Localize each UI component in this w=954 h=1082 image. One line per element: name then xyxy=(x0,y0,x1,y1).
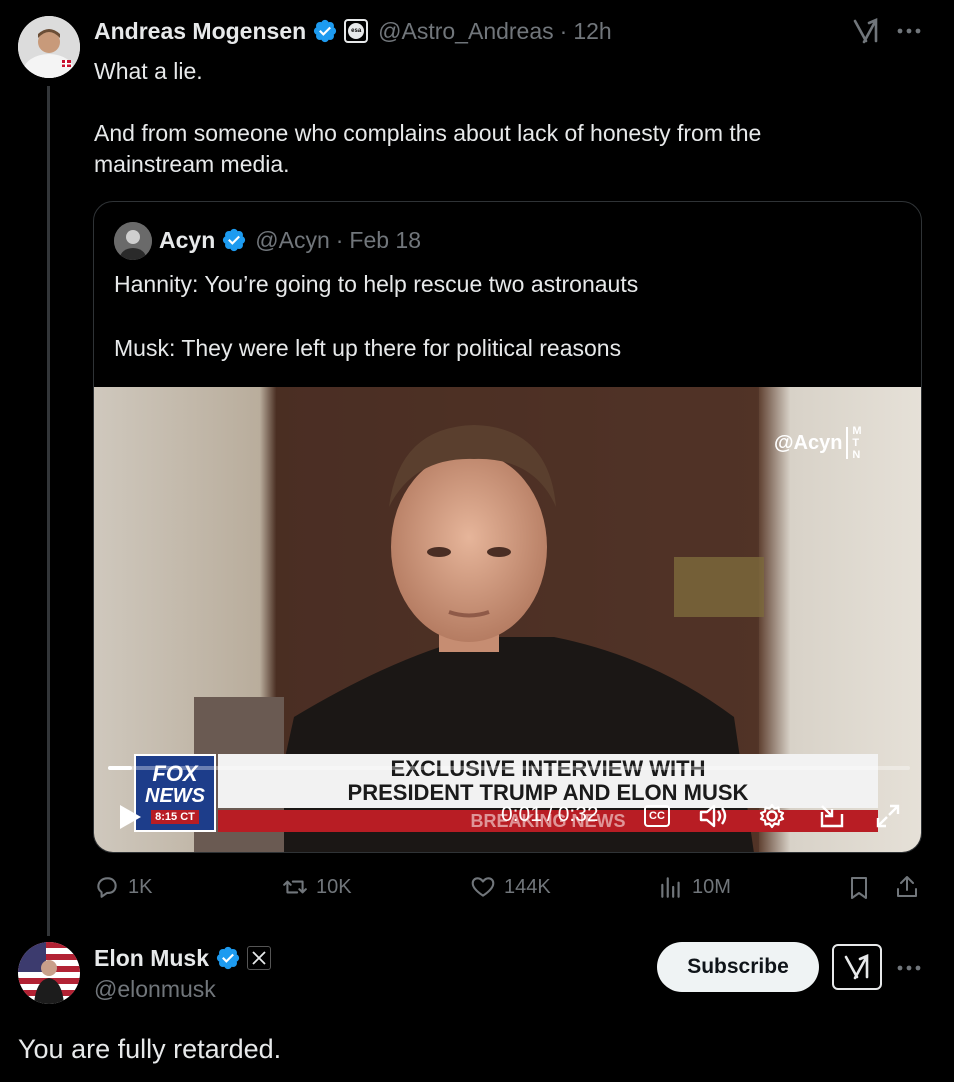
reply-author-avatar[interactable] xyxy=(18,942,80,1004)
quote-text-line: Hannity: You’re going to help rescue two… xyxy=(114,271,639,297)
verified-icon xyxy=(215,945,241,971)
chyron-line: PRESIDENT TRUMP AND ELON MUSK xyxy=(347,780,749,805)
watermark-handle: @Acyn xyxy=(774,431,843,454)
chyron-headline: EXCLUSIVE INTERVIEW WITH PRESIDENT TRUMP… xyxy=(218,754,878,808)
quote-text-line: Musk: They were left up there for politi… xyxy=(114,335,622,361)
views-count: 10M xyxy=(692,875,731,898)
share-icon[interactable] xyxy=(892,872,922,902)
settings-icon[interactable] xyxy=(756,801,788,831)
tweet-text-line: And from someone who complains about lac… xyxy=(94,120,762,146)
cc-icon[interactable]: CC xyxy=(644,805,670,827)
author-avatar[interactable] xyxy=(18,16,80,78)
like-icon xyxy=(471,877,495,897)
tweet-time[interactable]: 12h xyxy=(573,18,611,45)
like-count: 144K xyxy=(504,875,551,898)
reply-action[interactable]: 1K xyxy=(94,874,152,900)
quote-author-avatar[interactable] xyxy=(114,222,152,260)
reply-icon xyxy=(97,877,117,898)
volume-icon[interactable] xyxy=(698,801,730,831)
more-icon[interactable] xyxy=(894,18,924,44)
verified-icon xyxy=(312,18,338,44)
org-badge-label: esa xyxy=(348,23,365,39)
network-time: 8:15 CT xyxy=(151,809,199,824)
watermark-logo: M T N xyxy=(852,425,861,461)
watermark-logo-letter: T xyxy=(852,437,860,449)
bookmark-icon[interactable] xyxy=(844,874,874,902)
repost-count: 10K xyxy=(316,875,352,898)
subscribe-label: Subscribe xyxy=(687,955,789,978)
header-separator: · xyxy=(335,226,344,253)
quote-author-handle[interactable]: @Acyn xyxy=(255,227,329,254)
quote-text: Hannity: You’re going to help rescue two… xyxy=(114,268,904,364)
tweet-text-line: What a lie. xyxy=(94,58,203,84)
more-icon[interactable] xyxy=(894,955,924,981)
cc-label: CC xyxy=(649,810,665,822)
video-player[interactable]: @Acyn M T N FOX NEWS 8:15 CT EXCLUSIVE I… xyxy=(94,387,921,852)
reply-text: You are fully retarded. xyxy=(18,1034,282,1064)
quote-tweet-card[interactable]: Acyn @Acyn · Feb 18 Hannity: You’re goin… xyxy=(93,201,922,853)
video-watermark: @Acyn M T N xyxy=(774,425,862,461)
repost-action[interactable]: 10K xyxy=(282,874,352,900)
quote-date[interactable]: Feb 18 xyxy=(349,227,421,254)
tweet-header: Andreas Mogensen esa @Astro_Andreas · 12… xyxy=(94,16,612,46)
play-icon[interactable] xyxy=(114,801,146,833)
reply-author-handle[interactable]: @elonmusk xyxy=(94,976,216,1003)
header-separator: · xyxy=(559,17,568,44)
time-separator: / xyxy=(546,803,553,826)
quote-header: Acyn @Acyn · Feb 18 xyxy=(159,224,421,256)
watermark-logo-letter: M xyxy=(852,425,862,437)
watermark-logo-letter: N xyxy=(852,449,861,461)
views-icon xyxy=(661,877,680,898)
network-logo-line: NEWS xyxy=(145,784,205,807)
subscribe-button[interactable]: Subscribe xyxy=(657,942,819,992)
author-handle[interactable]: @Astro_Andreas xyxy=(378,18,554,45)
thread-line xyxy=(47,86,50,936)
pip-icon[interactable] xyxy=(816,801,848,831)
repost-icon xyxy=(283,880,307,894)
reply-count: 1K xyxy=(128,875,153,898)
author-name[interactable]: Andreas Mogensen xyxy=(94,18,306,45)
grok-icon[interactable] xyxy=(850,16,882,46)
tweet-text: What a lie. And from someone who complai… xyxy=(94,56,914,180)
quote-author-name[interactable]: Acyn xyxy=(159,227,215,254)
video-time: 0:01 / 0:32 xyxy=(501,803,599,827)
fullscreen-icon[interactable] xyxy=(872,801,904,831)
x-logo-icon xyxy=(247,946,272,970)
reply-header: Elon Musk xyxy=(94,942,272,974)
time-current: 0:01 xyxy=(501,803,542,826)
verified-icon xyxy=(221,227,247,253)
video-progress-track[interactable] xyxy=(108,766,910,770)
org-badge-icon: esa xyxy=(344,19,369,43)
grok-button[interactable] xyxy=(832,944,882,990)
reply-author-name[interactable]: Elon Musk xyxy=(94,945,209,972)
like-action[interactable]: 144K xyxy=(470,874,551,900)
views-action[interactable]: 10M xyxy=(658,874,731,900)
video-progress-fill xyxy=(108,766,133,770)
time-total: 0:32 xyxy=(557,803,599,826)
tweet-text-line: mainstream media. xyxy=(94,151,290,177)
